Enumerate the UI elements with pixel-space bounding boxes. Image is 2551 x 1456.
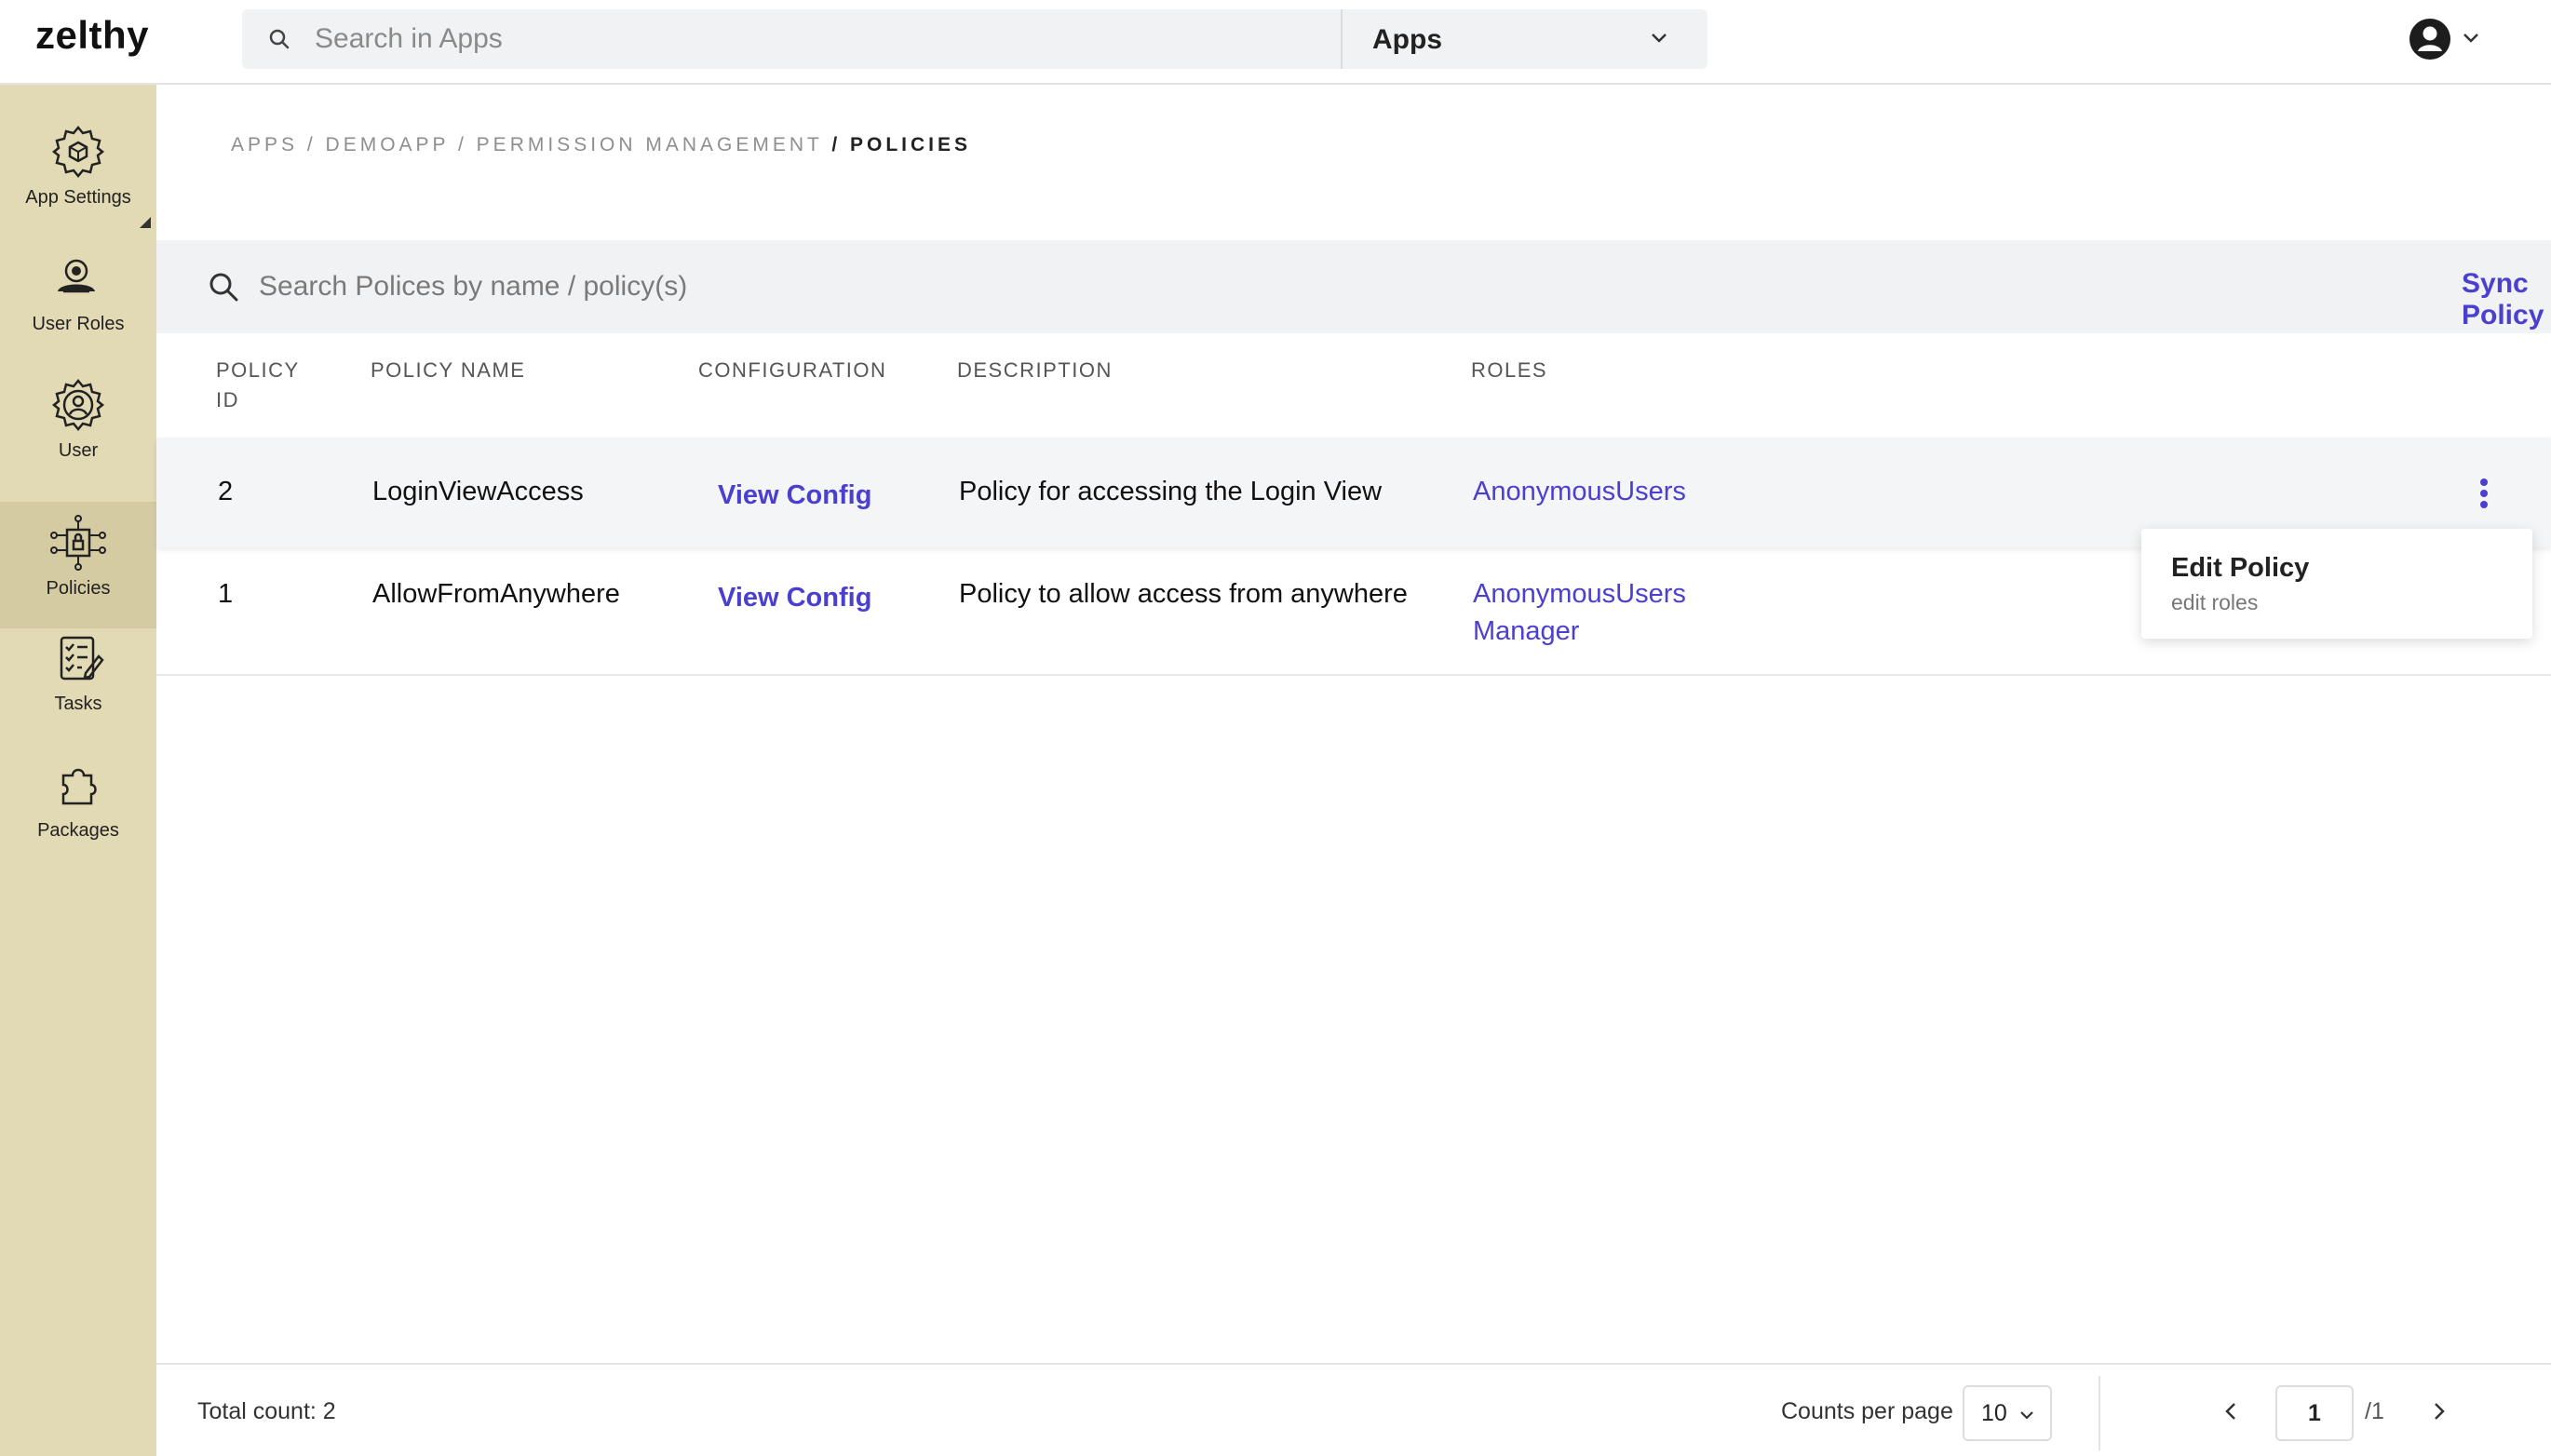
gear-icon [51,126,105,178]
profile-menu[interactable] [2408,17,2482,63]
sidebar-item-policies[interactable]: Policies [0,502,156,628]
policy-id: 1 [218,579,234,609]
sidebar-item-label: Packages [37,820,119,841]
sidebar-item-label: User [58,440,99,461]
user-avatar-icon [2409,19,2450,60]
tasks-icon [60,636,104,681]
column-header-configuration: CONFIGURATION [698,358,887,382]
row-actions-menu-icon[interactable] [2475,479,2493,516]
sync-policy-button[interactable]: Sync Policy [2462,268,2551,331]
chevron-left-icon[interactable] [2220,1398,2242,1424]
app-search-input[interactable] [315,9,1320,69]
breadcrumb-trail[interactable]: APPS / DEMOAPP / PERMISSION MANAGEMENT [231,134,823,155]
chevron-down-icon [2463,34,2478,43]
search-icon [269,29,290,49]
column-header-policy-id: POLICY ID [216,358,300,411]
view-config-link[interactable]: View Config [718,579,871,616]
sidebar-item-packages[interactable]: Packages [0,755,156,882]
package-icon [61,768,97,805]
table-footer: Total count: 2 Counts per page 10 1 /1 [156,1363,2551,1456]
policy-name: LoginViewAccess [372,477,584,506]
app-search-box [242,9,1341,69]
policy-description: Policy to allow access from anywhere [959,579,1408,609]
policy-name: AllowFromAnywhere [372,579,620,609]
view-config-link[interactable]: View Config [718,477,871,514]
role-link[interactable]: Manager [1473,613,1579,650]
edit-policy-option-subtitle: edit roles [2171,590,2259,614]
table-header: POLICY ID POLICY NAME CONFIGURATION DESC… [156,333,2551,436]
column-header-description: DESCRIPTION [957,358,1113,382]
row-actions-dropdown[interactable]: Edit Policy edit roles [2141,529,2532,639]
search-icon [209,273,238,302]
chevron-down-icon [1652,34,1667,43]
sidebar-item-user[interactable]: User [0,375,156,502]
app-type-value: Apps [1372,24,1442,55]
policy-icon [50,515,106,571]
column-header-roles: ROLES [1471,358,1548,382]
sidebar: App Settings User Roles User Policies Ta… [0,85,156,1456]
user-gear-icon [51,379,105,431]
breadcrumb: APPS / DEMOAPP / PERMISSION MANAGEMENT /… [231,134,971,156]
top-header: zelthy Apps [0,0,2551,85]
app-type-select[interactable]: Apps [1341,9,1707,69]
edit-policy-option[interactable]: Edit Policy [2171,553,2309,584]
sidebar-item-label: Tasks [54,694,102,714]
chevron-right-icon[interactable] [2428,1398,2450,1424]
counts-per-page-select[interactable]: 10 [1963,1385,2052,1441]
footer-divider [2099,1376,2100,1450]
policy-search-input[interactable] [259,259,1562,315]
sidebar-item-user-roles[interactable]: User Roles [0,249,156,375]
counts-per-page-label: Counts per page [1781,1398,1953,1424]
page-total: /1 [2365,1398,2384,1424]
column-header-policy-name: POLICY NAME [371,358,526,382]
user-role-icon [58,259,95,293]
policy-search-bar: Sync Policy [156,240,2551,333]
role-link[interactable]: AnonymousUsers [1473,473,1686,510]
sidebar-item-label: Policies [46,578,111,599]
sidebar-item-tasks[interactable]: Tasks [0,628,156,755]
logo[interactable]: zelthy [35,13,149,58]
counts-per-page-value: 10 [1981,1400,2007,1426]
total-count: Total count: 2 [197,1398,336,1424]
sidebar-item-label: App Settings [25,187,131,208]
collapse-caret-icon[interactable] [140,217,151,228]
sidebar-item-app-settings[interactable]: App Settings [0,122,156,249]
page-number-input[interactable]: 1 [2275,1385,2354,1441]
sidebar-item-label: User Roles [32,314,125,334]
policy-id: 2 [218,477,234,506]
breadcrumb-current: / POLICIES [831,134,972,155]
chevron-down-icon [2020,1411,2033,1420]
policy-description: Policy for accessing the Login View [959,477,1383,506]
role-link[interactable]: AnonymousUsers [1473,575,1686,613]
